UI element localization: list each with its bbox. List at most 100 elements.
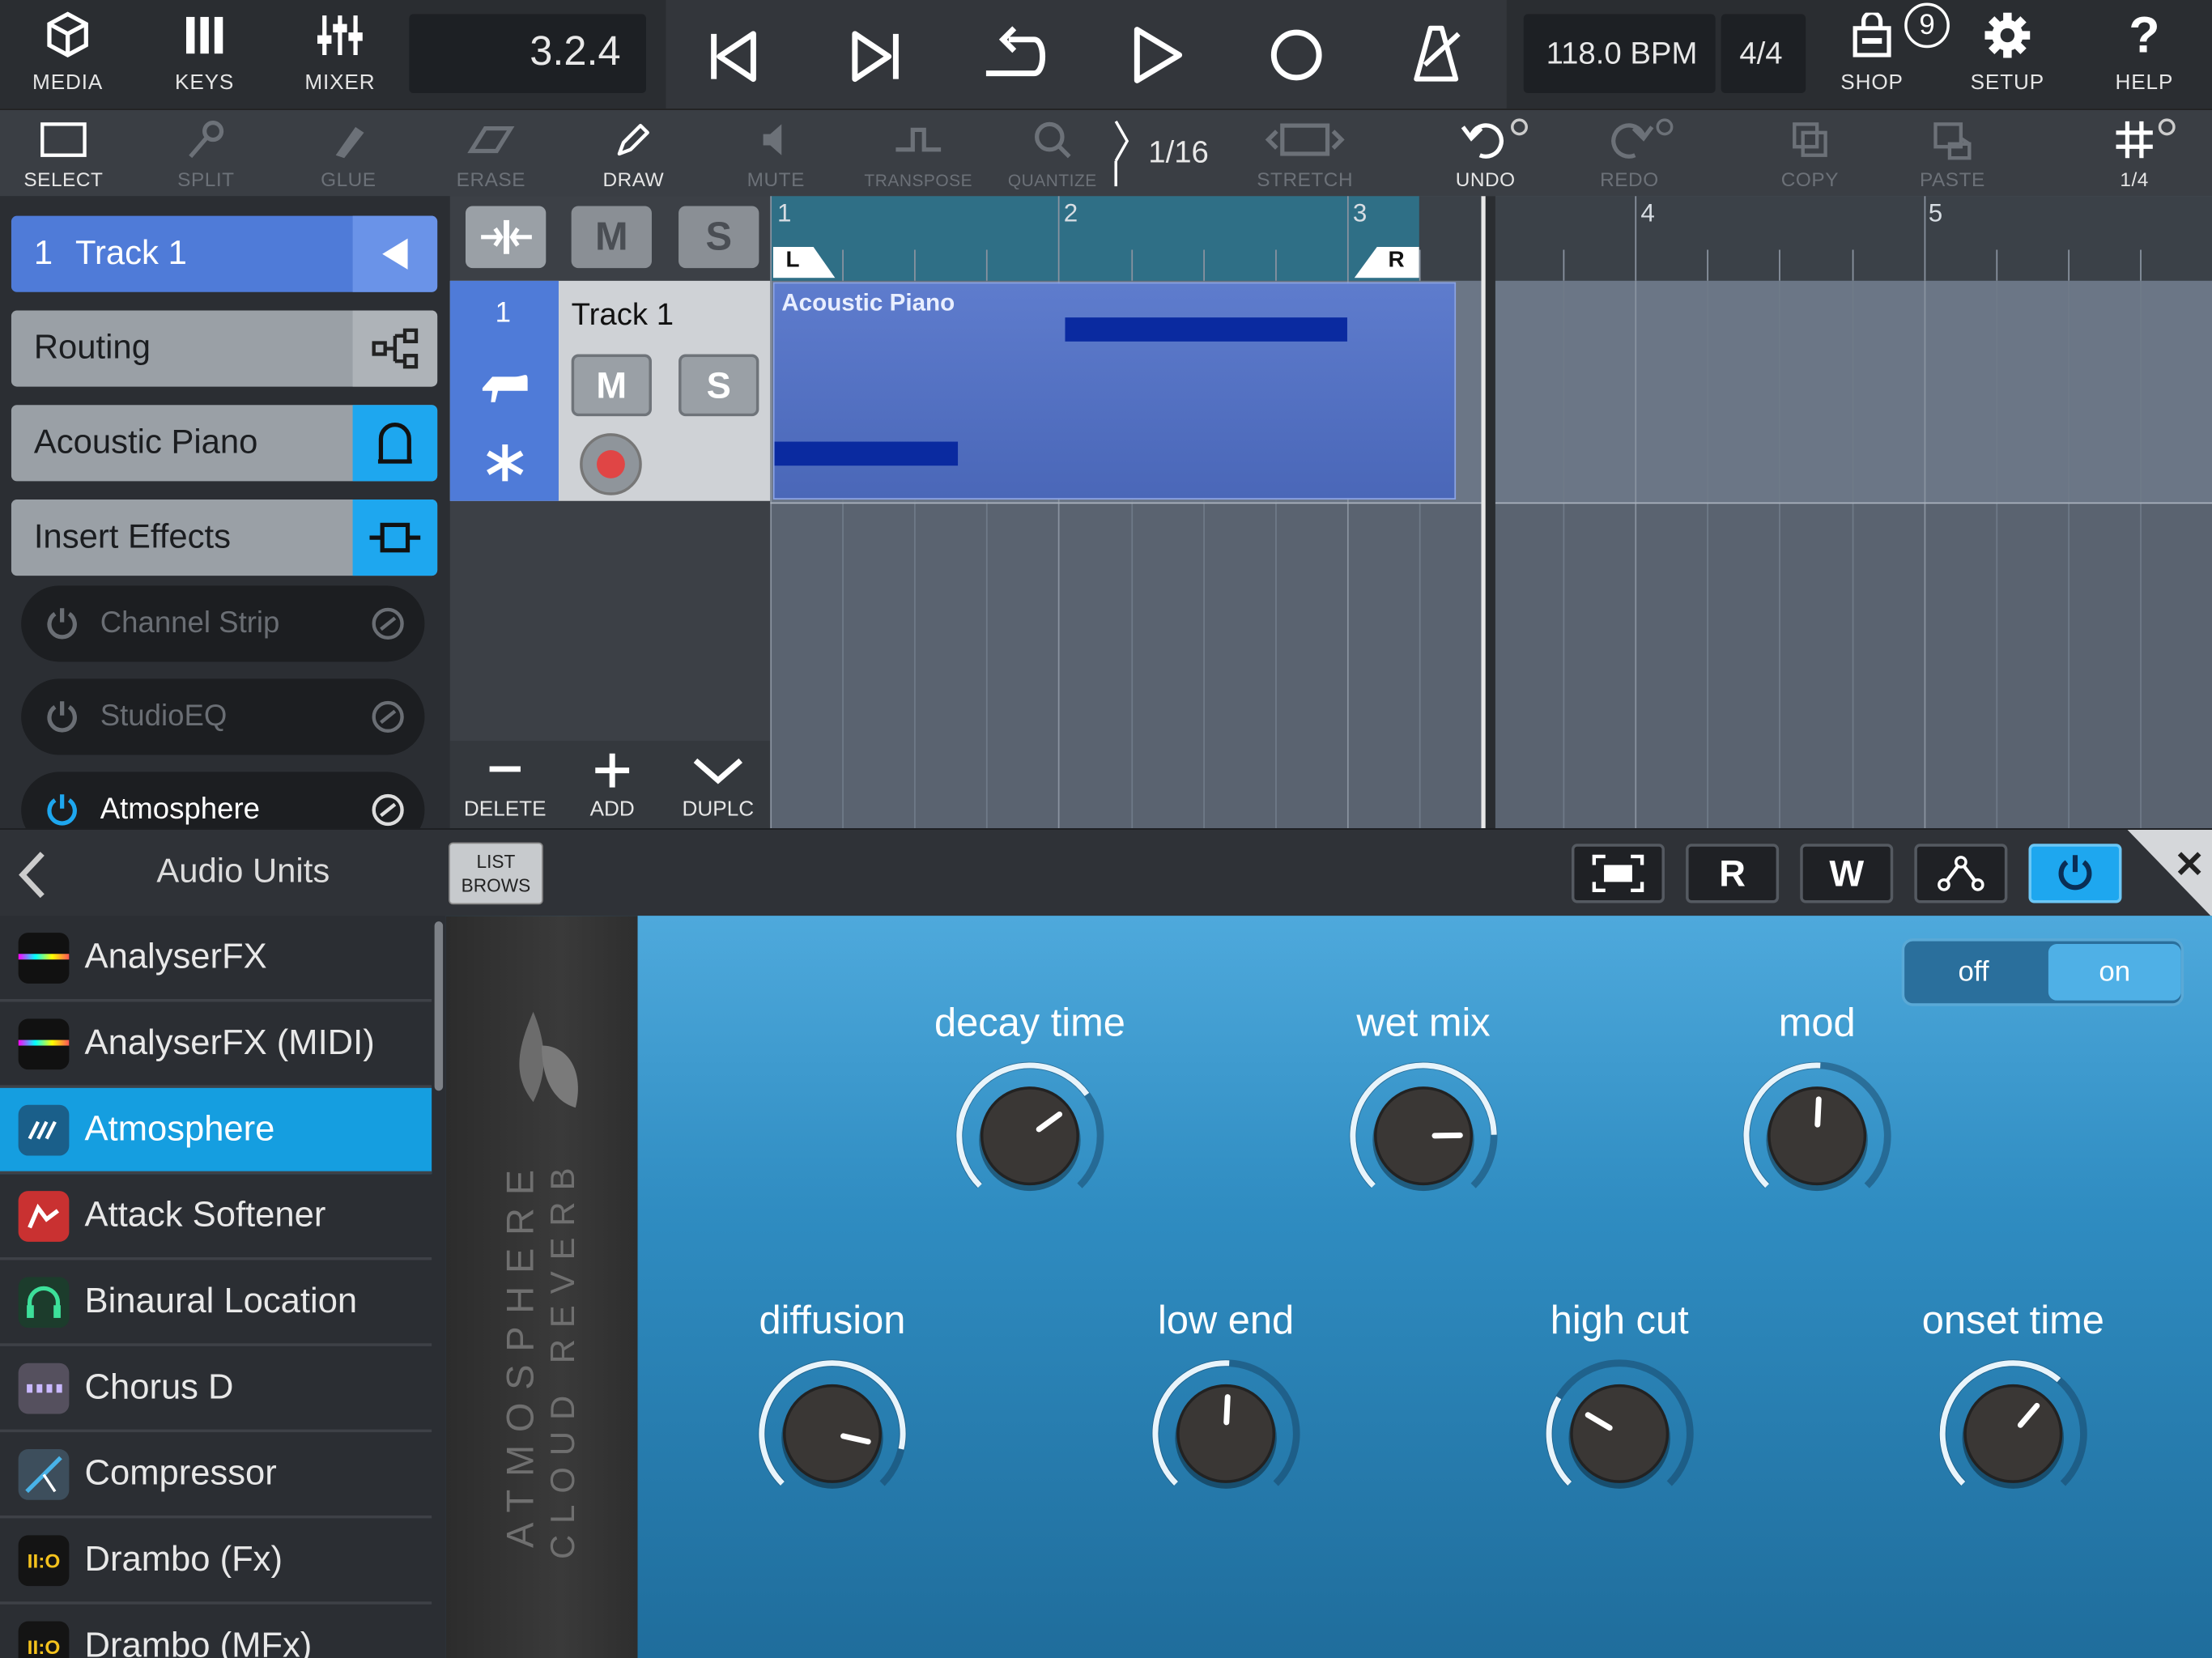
plugin-item-attack-softener[interactable]: Attack Softener [0, 1174, 432, 1261]
glue-tool-button[interactable]: GLUE [285, 110, 412, 198]
track-name[interactable]: Track 1 [572, 296, 674, 333]
insert-effects-icon-button[interactable] [352, 500, 438, 576]
duplicate-track-button[interactable]: DUPLC [673, 750, 764, 829]
plugin-bypass-button[interactable] [2028, 844, 2122, 903]
loop-range[interactable] [770, 196, 1419, 281]
knob-high-cut[interactable]: high cut [1478, 1284, 1760, 1567]
plugin-item-atmosphere[interactable]: Atmosphere [0, 1087, 432, 1175]
plugin-list-scrollbar[interactable] [434, 921, 444, 1091]
setup-button[interactable]: SETUP [1967, 0, 2048, 108]
power-icon[interactable] [44, 699, 80, 735]
power-icon[interactable] [44, 792, 80, 828]
knob-dial[interactable] [1478, 1284, 1760, 1567]
plugin-item-binaural-location[interactable]: Binaural Location [0, 1260, 432, 1346]
routing-icon-button[interactable] [352, 310, 438, 387]
global-solo-button[interactable]: S [678, 206, 759, 269]
add-track-button[interactable]: ADD [568, 750, 656, 829]
knob-mod[interactable]: mod [1676, 986, 1958, 1269]
browser-back-button[interactable] [14, 849, 50, 900]
instrument-section[interactable]: Acoustic Piano [11, 405, 438, 482]
arrange-timeline[interactable]: 1 2 3 4 5 L R Acoustic Piano [770, 196, 2212, 829]
fullscreen-button[interactable] [1571, 844, 1665, 903]
inspector-track-header[interactable]: 1 Track 1 [11, 215, 438, 292]
midi-note[interactable] [1065, 317, 1347, 342]
position-display[interactable]: 3.2.4 [409, 14, 646, 94]
plugin-item-chorus-d[interactable]: Chorus D [0, 1346, 432, 1433]
automation-read-button[interactable]: R [1686, 844, 1780, 903]
keys-button[interactable]: KEYS [164, 0, 245, 108]
paste-button[interactable]: PASTE [1889, 110, 2016, 198]
erase-tool-button[interactable]: ERASE [428, 110, 555, 198]
edit-pencil-icon[interactable] [371, 793, 405, 827]
quantize-tool-button[interactable]: QUANTIZE [989, 110, 1116, 198]
select-tool-button[interactable]: SELECT [0, 110, 127, 198]
grid-snap-button[interactable]: 1/4 [2071, 110, 2198, 198]
redo-button[interactable]: REDO [1566, 110, 1693, 198]
track-row[interactable]: 1 Track 1 M S [449, 280, 771, 501]
quantize-value-selector[interactable]: 1/16 [1112, 118, 1239, 189]
effect-slot-studioeq[interactable]: StudioEQ [21, 678, 425, 755]
automation-write-button[interactable]: W [1800, 844, 1894, 903]
playhead-cursor[interactable] [1481, 196, 1495, 829]
track-solo-button[interactable]: S [678, 354, 759, 417]
switch-on-option[interactable]: on [2048, 944, 2181, 1001]
routing-section[interactable]: Routing [11, 310, 438, 387]
plugin-list[interactable]: AnalyserFX AnalyserFX (MIDI) Atmosphere … [0, 916, 444, 1658]
undo-button[interactable]: UNDO [1422, 110, 1549, 198]
track-instrument-button[interactable] [479, 365, 532, 407]
knob-dial[interactable] [1085, 1284, 1367, 1567]
shop-button[interactable]: SHOP [1831, 0, 1913, 108]
knob-decay-time[interactable]: decay time [889, 986, 1171, 1269]
plugin-item-analyserfx[interactable]: AnalyserFX [0, 916, 432, 1002]
knob-dial[interactable] [691, 1284, 973, 1567]
play-button[interactable] [1125, 23, 1188, 87]
grid-options-dot[interactable] [2158, 118, 2176, 136]
midi-note[interactable] [774, 441, 959, 466]
record-button[interactable] [1264, 23, 1329, 87]
plugin-item-drambo-mfx[interactable]: II:O Drambo (MFx) [0, 1605, 432, 1658]
track-list-toggle-button[interactable] [465, 206, 547, 269]
effect-slot-channel-strip[interactable]: Channel Strip [21, 585, 425, 662]
knob-dial[interactable] [1676, 986, 1958, 1269]
power-icon[interactable] [44, 606, 80, 642]
knob-dial[interactable] [889, 986, 1171, 1269]
insert-effects-section[interactable]: Insert Effects [11, 500, 438, 576]
media-button[interactable]: MEDIA [25, 0, 110, 108]
draw-tool-button[interactable]: DRAW [570, 110, 697, 198]
transpose-tool-button[interactable]: TRANSPOSE [855, 110, 982, 198]
redo-history-dot[interactable] [1656, 118, 1674, 136]
loop-button[interactable] [977, 25, 1051, 87]
copy-button[interactable]: COPY [1746, 110, 1874, 198]
track-mute-button[interactable]: M [571, 354, 652, 417]
collapse-inspector-button[interactable] [352, 215, 438, 292]
time-signature-display[interactable]: 4/4 [1721, 14, 1806, 94]
midi-part[interactable]: Acoustic Piano [772, 282, 1457, 500]
mixer-button[interactable]: MIXER [299, 0, 381, 108]
knob-dial[interactable] [1283, 986, 1564, 1269]
help-button[interactable]: ? HELP [2105, 0, 2184, 108]
plugin-item-analyserfx-midi[interactable]: AnalyserFX (MIDI) [0, 1002, 432, 1088]
track-fx-button[interactable] [481, 439, 529, 487]
tempo-display[interactable]: 118.0 BPM [1523, 14, 1716, 94]
edit-pencil-icon[interactable] [371, 606, 405, 640]
close-editor-button[interactable] [2127, 829, 2212, 917]
knob-dial[interactable] [1872, 1284, 2154, 1567]
delete-track-button[interactable]: DELETE [462, 750, 549, 829]
skip-forward-button[interactable] [844, 25, 906, 87]
global-mute-button[interactable]: M [571, 206, 652, 269]
edit-pencil-icon[interactable] [371, 700, 405, 734]
metronome-button[interactable] [1405, 19, 1467, 87]
knob-low-end[interactable]: low end [1085, 1284, 1367, 1567]
plugin-item-drambo-fx[interactable]: II:O Drambo (Fx) [0, 1518, 432, 1605]
knob-diffusion[interactable]: diffusion [691, 1284, 973, 1567]
undo-history-dot[interactable] [1511, 118, 1528, 136]
mute-tool-button[interactable]: MUTE [713, 110, 840, 198]
split-tool-button[interactable]: SPLIT [143, 110, 270, 198]
list-browse-toggle[interactable]: LIST BROWS [449, 842, 543, 905]
knob-onset-time[interactable]: onset time [1872, 1284, 2154, 1567]
stretch-tool-button[interactable]: STRETCH [1241, 110, 1368, 198]
rewind-to-start-button[interactable] [703, 25, 765, 87]
plugin-item-compressor[interactable]: Compressor [0, 1432, 432, 1519]
knob-wet-mix[interactable]: wet mix [1283, 986, 1564, 1269]
automation-envelope-button[interactable] [1914, 844, 2008, 903]
